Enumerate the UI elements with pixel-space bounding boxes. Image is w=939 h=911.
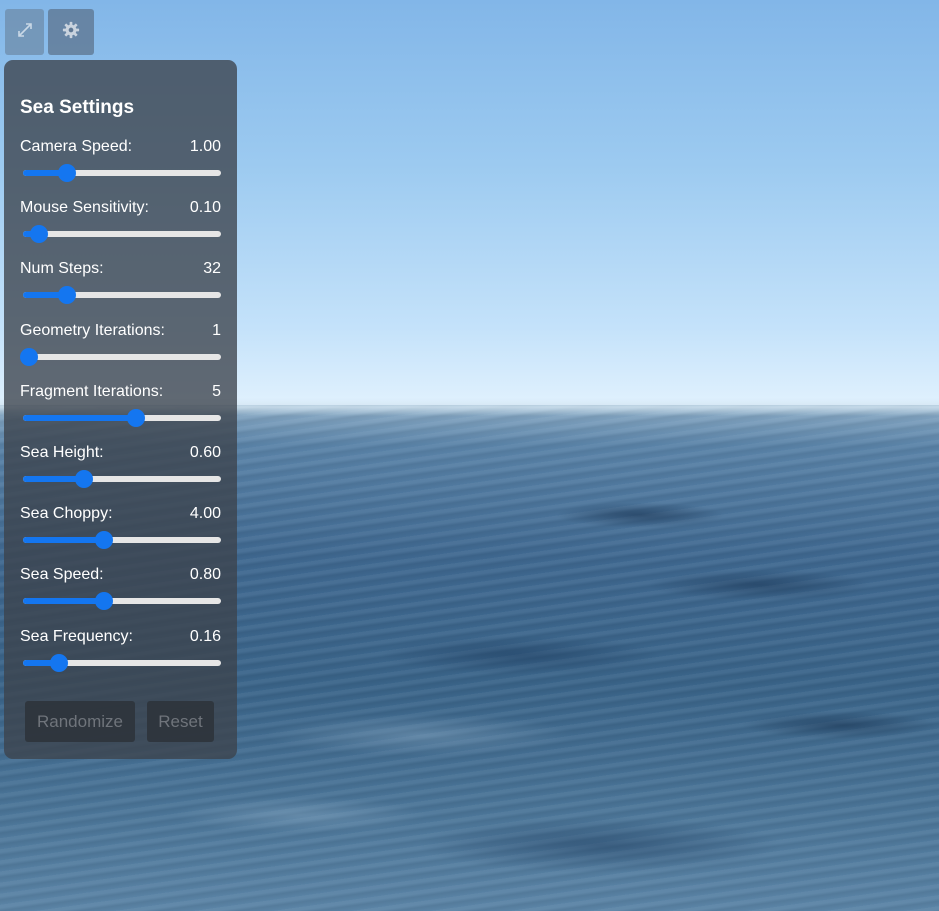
setting-label: Sea Frequency: xyxy=(20,627,133,645)
slider-track xyxy=(23,353,221,360)
slider-thumb[interactable] xyxy=(95,592,114,611)
setting-value: 1.00 xyxy=(189,138,221,155)
settings-toggle-button[interactable] xyxy=(48,9,94,55)
setting-geometry-iterations: Geometry Iterations: 1 xyxy=(19,321,221,382)
setting-header: Mouse Sensitivity: 0.10 xyxy=(20,198,221,218)
setting-value: 0.60 xyxy=(189,443,221,461)
slider-thumb[interactable] xyxy=(57,286,76,305)
setting-camera-speed: Camera Speed: 1.00 xyxy=(20,137,221,198)
setting-value: 4.00 xyxy=(189,505,221,523)
slider-track xyxy=(23,231,221,238)
setting-value: 5 xyxy=(212,382,221,400)
setting-label: Sea Height: xyxy=(20,443,104,461)
setting-header: Fragment Iterations: 5 xyxy=(20,382,221,402)
mouse-sensitivity-slider[interactable] xyxy=(23,224,221,244)
setting-label: Sea Speed: xyxy=(20,566,104,584)
slider-fill xyxy=(23,537,105,544)
setting-value: 0.10 xyxy=(189,199,221,217)
setting-value: 32 xyxy=(203,260,221,278)
setting-label: Fragment Iterations: xyxy=(20,382,164,400)
camera-speed-slider[interactable] xyxy=(23,163,221,183)
gear-icon xyxy=(62,21,80,44)
sea-height-slider[interactable] xyxy=(23,469,221,489)
sea-speed-slider[interactable] xyxy=(23,591,221,611)
setting-sea-speed: Sea Speed: 0.80 xyxy=(20,565,221,626)
setting-value: 0.80 xyxy=(189,566,221,584)
slider-thumb[interactable] xyxy=(57,164,76,182)
panel-title: Sea Settings xyxy=(20,97,135,118)
slider-thumb[interactable] xyxy=(49,653,68,672)
slider-fill xyxy=(23,414,136,421)
setting-num-steps: Num Steps: 32 xyxy=(20,259,221,320)
setting-fragment-iterations: Fragment Iterations: 5 xyxy=(20,382,221,443)
sea-frequency-slider[interactable] xyxy=(23,653,221,673)
setting-value: 0.16 xyxy=(189,627,221,645)
fullscreen-button[interactable] xyxy=(5,9,44,55)
slider-fill xyxy=(23,598,105,605)
sea-settings-panel: Sea Settings Camera Speed: 1.00 Mouse Sens… xyxy=(4,60,237,759)
setting-sea-choppy: Sea Choppy: 4.00 xyxy=(20,504,221,565)
setting-header: Sea Choppy: 4.00 xyxy=(20,504,221,524)
slider-thumb[interactable] xyxy=(75,469,94,488)
reset-button[interactable]: Reset xyxy=(147,701,214,742)
setting-label: Geometry Iterations: xyxy=(20,321,165,339)
settings-list: Camera Speed: 1.00 Mouse Sensitivity: 0.10 N… xyxy=(19,137,221,688)
expand-arrows-icon xyxy=(16,21,34,44)
setting-label: Sea Choppy: xyxy=(20,505,113,523)
setting-header: Sea Frequency: 0.16 xyxy=(20,627,221,647)
randomize-button[interactable]: Randomize xyxy=(25,701,135,742)
setting-header: Sea Speed: 0.80 xyxy=(20,565,221,585)
slider-thumb[interactable] xyxy=(19,347,38,366)
setting-header: Camera Speed: 1.00 xyxy=(20,137,221,157)
setting-header: Num Steps: 32 xyxy=(20,259,221,279)
fragment-iterations-slider[interactable] xyxy=(23,408,221,428)
setting-label: Num Steps: xyxy=(20,260,104,278)
setting-label: Camera Speed: xyxy=(20,138,133,155)
setting-header: Sea Height: 0.60 xyxy=(20,443,221,463)
setting-header: Geometry Iterations: 1 xyxy=(20,321,221,341)
setting-sea-height: Sea Height: 0.60 xyxy=(20,443,221,504)
slider-thumb[interactable] xyxy=(95,531,114,550)
setting-mouse-sensitivity: Mouse Sensitivity: 0.10 xyxy=(20,198,221,259)
slider-thumb[interactable] xyxy=(126,408,145,427)
setting-label: Mouse Sensitivity: xyxy=(20,199,149,217)
setting-sea-frequency: Sea Frequency: 0.16 xyxy=(20,627,221,688)
setting-value: 1 xyxy=(212,321,221,339)
panel-actions: Randomize Reset xyxy=(25,701,214,742)
num-steps-slider[interactable] xyxy=(23,285,221,305)
geometry-iterations-slider[interactable] xyxy=(19,347,221,367)
slider-thumb[interactable] xyxy=(29,225,48,244)
sea-choppy-slider[interactable] xyxy=(23,530,221,550)
